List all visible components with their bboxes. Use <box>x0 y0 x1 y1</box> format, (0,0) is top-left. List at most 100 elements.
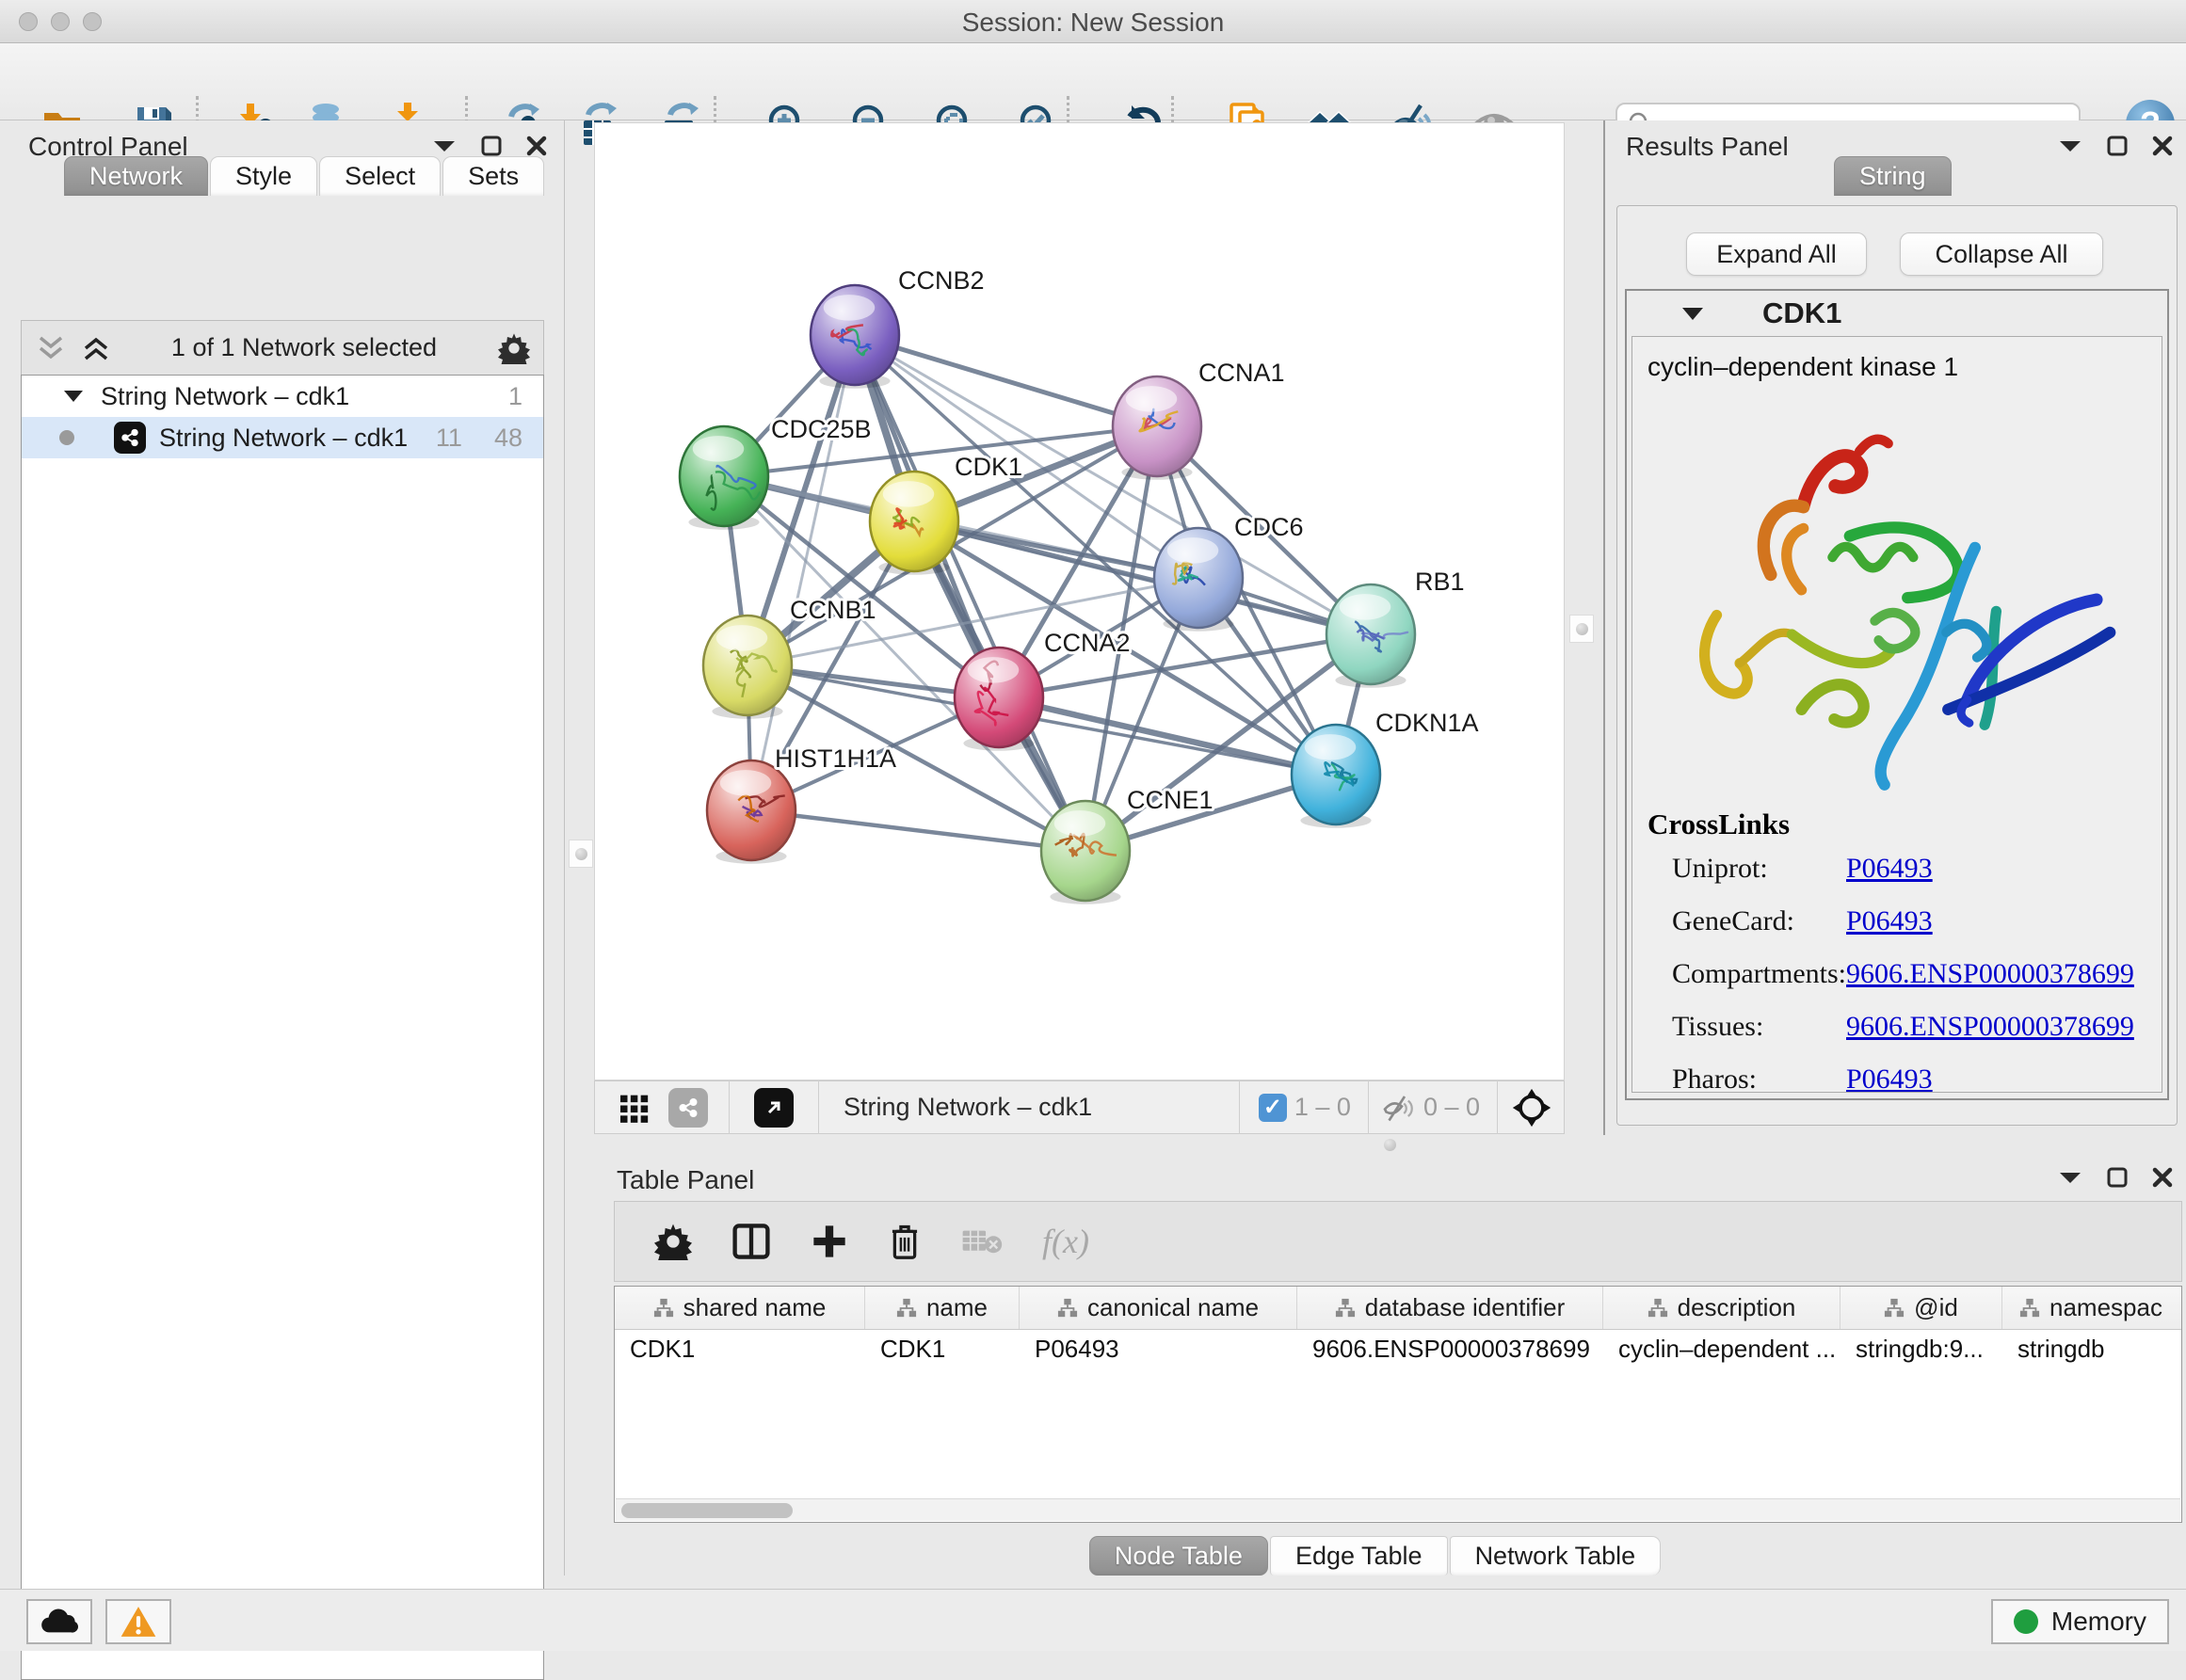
title-bar: Session: New Session <box>0 0 2186 43</box>
left-splitter-handle[interactable] <box>569 840 593 868</box>
network-canvas[interactable]: CCNB2CCNA1CDC25BCDK1CDC6RB1CCNB1CCNA2CDK… <box>594 122 1565 1080</box>
network-options-gear-icon[interactable] <box>498 332 530 364</box>
memory-button[interactable]: Memory <box>1991 1599 2169 1644</box>
hidden-eye-icon[interactable] <box>1382 1094 1416 1122</box>
float-panel-icon[interactable] <box>2107 136 2128 156</box>
column-type-icon <box>1335 1298 1356 1319</box>
close-panel-icon[interactable] <box>2152 1167 2173 1188</box>
column-header-name[interactable]: name <box>865 1287 1020 1329</box>
crosslink-label: Uniprot: <box>1672 853 1846 885</box>
cloud-status-button[interactable] <box>26 1599 92 1644</box>
crosslink-compartments-link[interactable]: 9606.ENSP00000378699 <box>1846 958 2134 990</box>
panel-menu-icon[interactable] <box>432 137 457 154</box>
expand-all-button[interactable]: Expand All <box>1686 232 1867 276</box>
cell-at-id: stringdb:9... <box>1840 1335 2002 1364</box>
float-panel-icon[interactable] <box>2107 1167 2128 1188</box>
collapse-all-button[interactable]: Collapse All <box>1900 232 2103 276</box>
protein-name: CDK1 <box>1762 296 1841 330</box>
crosslinks-section: CrossLinks Uniprot: P06493 GeneCard: P06… <box>1648 808 2146 1093</box>
protein-details: cyclin–dependent kinase 1 <box>1631 336 2162 1093</box>
column-header-description[interactable]: description <box>1603 1287 1840 1329</box>
float-panel-icon[interactable] <box>481 136 502 156</box>
table-settings-gear-icon[interactable] <box>654 1223 692 1260</box>
column-type-icon <box>1884 1298 1905 1319</box>
network-collection-row[interactable]: String Network – cdk1 1 <box>22 376 543 417</box>
column-header-namespace[interactable]: namespac <box>2002 1287 2179 1329</box>
fit-crosshair-icon[interactable] <box>1511 1087 1552 1128</box>
selected-nodes-checkbox[interactable]: ✓ <box>1259 1094 1287 1122</box>
right-splitter-handle[interactable] <box>1569 615 1594 643</box>
delete-column-icon[interactable] <box>888 1222 922 1261</box>
crosslink-label: Compartments: <box>1672 958 1846 990</box>
panel-menu-icon[interactable] <box>2058 137 2082 154</box>
tab-select[interactable]: Select <box>319 156 441 196</box>
tab-network[interactable]: Network <box>64 156 208 196</box>
node-label-ccne1: CCNE1 <box>1127 786 1214 814</box>
node-table: shared name name canonical name database… <box>614 1286 2182 1523</box>
network-row-label: String Network – cdk1 <box>159 424 408 453</box>
results-panel: Results Panel String Expand All Collapse… <box>1603 120 2186 1135</box>
network-list: String Network – cdk1 1 String Network –… <box>21 375 544 1680</box>
network-share-view-icon[interactable] <box>668 1088 708 1128</box>
crosslink-tissues-link[interactable]: 9606.ENSP00000378699 <box>1846 1011 2134 1043</box>
collapse-all-networks-icon[interactable] <box>37 336 65 360</box>
node-label-ccnb2: CCNB2 <box>898 266 985 295</box>
expand-all-networks-icon[interactable] <box>82 336 110 360</box>
warning-status-button[interactable] <box>105 1599 171 1644</box>
table-horizontal-scrollbar <box>616 1498 2180 1521</box>
selected-count: 1 – 0 <box>1294 1093 1351 1122</box>
column-type-icon <box>2019 1298 2040 1319</box>
table-panel-title: Table Panel <box>617 1165 754 1195</box>
protein-section: CDK1 cyclin–dependent kinase 1 <box>1625 289 2169 1100</box>
column-type-icon <box>1057 1298 1078 1319</box>
show-columns-icon[interactable] <box>731 1223 771 1260</box>
crosslink-genecard-link[interactable]: P06493 <box>1846 905 1933 937</box>
network-view-title: String Network – cdk1 <box>844 1093 1092 1122</box>
warning-icon <box>120 1605 157 1639</box>
crosslink-pharos-link[interactable]: P06493 <box>1846 1064 1933 1093</box>
protein-description: cyclin–dependent kinase 1 <box>1648 352 2162 382</box>
column-header-canonical-name[interactable]: canonical name <box>1020 1287 1297 1329</box>
crosslink-label: Tissues: <box>1672 1011 1846 1043</box>
tab-sets[interactable]: Sets <box>442 156 544 196</box>
column-header-shared-name[interactable]: shared name <box>615 1287 865 1329</box>
protein-section-header[interactable]: CDK1 <box>1627 291 2167 336</box>
delete-table-icon-disabled <box>961 1225 1003 1257</box>
tab-network-table[interactable]: Network Table <box>1450 1536 1662 1576</box>
network-row[interactable]: String Network – cdk1 11 48 <box>22 417 543 458</box>
cell-shared-name: CDK1 <box>615 1335 865 1364</box>
node-label-cdk1: CDK1 <box>955 453 1022 481</box>
column-header-database-identifier[interactable]: database identifier <box>1297 1287 1603 1329</box>
grid-view-icon[interactable] <box>616 1089 653 1127</box>
network-edge-count: 48 <box>494 424 522 453</box>
collection-expander-icon[interactable] <box>63 389 84 404</box>
horizontal-splitter-handle[interactable] <box>1384 1139 1396 1151</box>
tab-string[interactable]: String <box>1834 156 1952 196</box>
tab-node-table[interactable]: Node Table <box>1089 1536 1268 1576</box>
table-row[interactable]: CDK1 CDK1 P06493 9606.ENSP00000378699 cy… <box>615 1330 2181 1368</box>
birds-eye-view-icon[interactable] <box>754 1088 794 1128</box>
window-title: Session: New Session <box>0 8 2186 38</box>
node-label-rb1: RB1 <box>1415 568 1465 596</box>
node-label-hist1h1a: HIST1H1A <box>775 744 896 773</box>
table-toolbar: f(x) <box>614 1201 2182 1282</box>
section-expander-icon[interactable] <box>1681 306 1704 322</box>
control-panel: Control Panel Network Style Select Sets … <box>0 120 565 1576</box>
crosslink-uniprot-link[interactable]: P06493 <box>1846 853 1933 885</box>
tab-edge-table[interactable]: Edge Table <box>1270 1536 1448 1576</box>
close-panel-icon[interactable] <box>2152 136 2173 156</box>
cell-description: cyclin–dependent ... <box>1603 1335 1840 1364</box>
tab-style[interactable]: Style <box>210 156 317 196</box>
panel-menu-icon[interactable] <box>2058 1169 2082 1186</box>
status-bar: Memory <box>0 1589 2186 1651</box>
close-panel-icon[interactable] <box>526 136 547 156</box>
collection-count: 1 <box>508 382 522 411</box>
add-column-icon[interactable] <box>811 1223 848 1260</box>
memory-label: Memory <box>2051 1607 2146 1637</box>
column-header-at-id[interactable]: @id <box>1840 1287 2002 1329</box>
network-graph[interactable]: CCNB2CCNA1CDC25BCDK1CDC6RB1CCNB1CCNA2CDK… <box>595 123 1564 1080</box>
cloud-icon <box>40 1608 79 1636</box>
network-view-toolbar: String Network – cdk1 ✓ 1 – 0 0 – 0 <box>594 1080 1565 1134</box>
scrollbar-thumb[interactable] <box>621 1503 793 1518</box>
node-label-ccna1: CCNA1 <box>1198 359 1285 387</box>
